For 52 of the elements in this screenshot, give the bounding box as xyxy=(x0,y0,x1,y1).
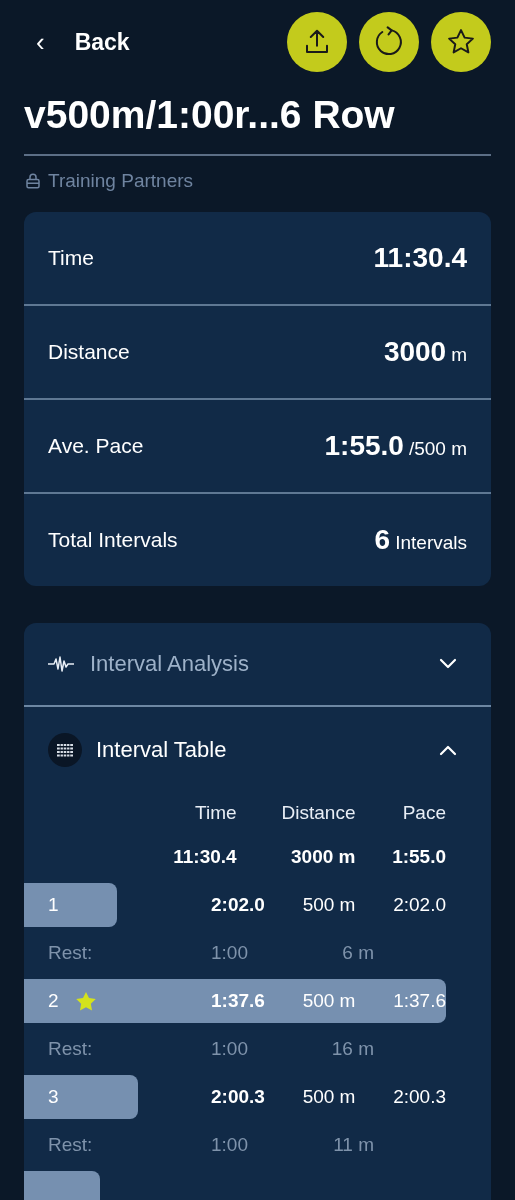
refresh-button[interactable] xyxy=(359,12,419,72)
workout-title: v500m/1:00r...6 Row xyxy=(24,92,396,138)
refresh-icon xyxy=(373,26,405,58)
rest-label: Rest: xyxy=(48,942,93,964)
stat-value: 1:55.0 xyxy=(324,430,404,462)
table-cell-text: 1:37.6 xyxy=(392,990,446,1012)
chevron-up-icon xyxy=(439,744,457,756)
table-cell-text: 1:00 xyxy=(210,942,248,964)
lock-icon xyxy=(24,172,42,190)
table-cell-text: 1:00 xyxy=(210,1134,248,1156)
section-header[interactable]: Interval Analysis xyxy=(24,623,491,707)
rest-label: Rest: xyxy=(48,1134,93,1156)
table-cell-text: 11 m xyxy=(332,1134,374,1156)
favorite-button[interactable] xyxy=(431,12,491,72)
table-cell-text: 16 m xyxy=(330,1038,374,1060)
total-cell-text: 3000 m xyxy=(290,846,356,868)
stat-value: 6 xyxy=(374,524,391,556)
chevron-down-icon xyxy=(439,658,457,670)
table-cell-text: 2:00.3 xyxy=(392,1086,446,1108)
stat-value: 11:30.4 xyxy=(373,242,467,274)
interval-number: 3 xyxy=(48,1086,59,1108)
column-header: Distance xyxy=(280,802,356,824)
share-button[interactable] xyxy=(287,12,347,72)
section-header[interactable]: Interval Table xyxy=(24,707,491,793)
table-cell-text: 2:00.3 xyxy=(210,1086,265,1108)
stat-label: Distance xyxy=(48,340,130,364)
total-cell-text: 11:30.4 xyxy=(172,846,237,868)
table-cell-text: 500 m xyxy=(301,1086,356,1108)
column-header: Time xyxy=(194,802,237,824)
column-header: Pace xyxy=(401,802,446,824)
stat-label: Ave. Pace xyxy=(48,434,144,458)
table-cell-text: 1:37.6 xyxy=(210,990,265,1012)
table-cell-text: 6 m xyxy=(341,942,374,964)
stat-value: 3000 xyxy=(383,336,447,368)
table-icon xyxy=(48,733,82,767)
stat-label: Time xyxy=(48,246,94,270)
waveform-icon xyxy=(48,656,76,672)
table-cell-text: 500 m xyxy=(301,990,356,1012)
interval-number: 1 xyxy=(48,894,59,916)
stat-label: Total Intervals xyxy=(48,528,178,552)
table-cell-text: 1:00 xyxy=(210,1038,248,1060)
visibility-label: Training Partners xyxy=(48,170,194,192)
rest-label: Rest: xyxy=(48,1038,93,1060)
table-cell-text: 2:02.0 xyxy=(210,894,265,916)
table-cell-text: 2:02.0 xyxy=(392,894,446,916)
interval-number: 2 xyxy=(48,990,59,1012)
total-cell-text: 1:55.0 xyxy=(391,846,446,868)
back-button[interactable]: ‹ Back xyxy=(24,26,130,58)
stat-unit: Intervals xyxy=(395,532,467,554)
stat-unit: m xyxy=(451,344,467,366)
table-cell-text: 500 m xyxy=(301,894,356,916)
stat-unit: /500 m xyxy=(408,438,467,460)
